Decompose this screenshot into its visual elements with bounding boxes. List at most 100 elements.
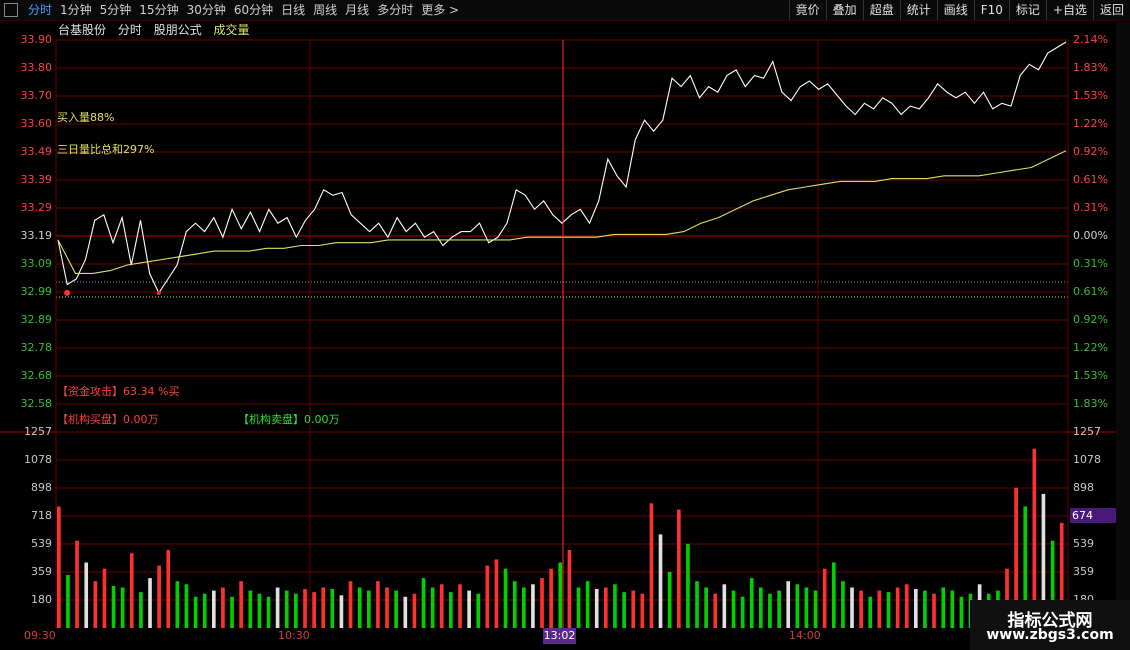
time-label-1030: 10:30 — [278, 629, 310, 642]
volume-bar — [594, 589, 599, 628]
volume-bar — [549, 568, 553, 628]
tab-1min[interactable]: 1分钟 — [56, 0, 96, 20]
percent-tick-label: 1.83% — [1073, 61, 1108, 74]
volume-bar — [467, 590, 471, 628]
volume-bar — [895, 587, 900, 628]
price-tick-label: 33.70 — [20, 89, 53, 102]
volume-bar — [202, 593, 207, 628]
volume-tick-label-right: 539 — [1073, 537, 1094, 550]
volume-bar — [941, 587, 946, 628]
volume-bar — [558, 562, 563, 628]
tab-daily[interactable]: 日线 — [277, 0, 309, 20]
tab-monthly[interactable]: 月线 — [341, 0, 373, 20]
time-label-0930: 09:30 — [24, 629, 56, 642]
tab-weekly[interactable]: 周线 — [309, 0, 341, 20]
tab-more[interactable]: 更多 > — [417, 0, 463, 20]
volume-tick-label-right: 898 — [1073, 481, 1094, 494]
volume-bar — [795, 584, 800, 628]
volume-bar — [303, 589, 307, 628]
fund-attack-label: 【资金攻击】63.34 %买 — [57, 385, 180, 398]
volume-bar — [476, 593, 481, 628]
volume-bar — [804, 587, 809, 628]
buy-ratio-label: 买入量88% — [57, 111, 115, 124]
tab-15min[interactable]: 15分钟 — [135, 0, 182, 20]
volume-bar — [522, 587, 526, 628]
add-watchlist-button[interactable]: +自选 — [1045, 0, 1093, 20]
overlay-button[interactable]: 叠加 — [825, 0, 863, 20]
percent-tick-label: 1.53% — [1073, 89, 1108, 102]
volume-bar — [512, 581, 517, 628]
volume-bar — [613, 584, 617, 628]
volume-tick-label: 180 — [31, 593, 52, 606]
volume-bar — [230, 596, 234, 628]
price-tick-label: 33.29 — [20, 201, 53, 214]
volume-bar — [822, 568, 827, 628]
side-panel[interactable] — [1116, 22, 1130, 632]
intraday-chart[interactable] — [0, 0, 1130, 650]
price-tick-label: 33.80 — [20, 61, 53, 74]
volume-bar — [129, 553, 134, 628]
volume-bar — [157, 565, 161, 628]
mark-button[interactable]: 标记 — [1008, 0, 1046, 20]
stats-button[interactable]: 统计 — [899, 0, 937, 20]
volume-bar — [75, 540, 79, 628]
tab-5min[interactable]: 5分钟 — [96, 0, 136, 20]
volume-bar — [640, 593, 645, 628]
percent-tick-label: 0.00% — [1073, 229, 1108, 242]
volume-bar — [139, 592, 143, 628]
volume-bar — [321, 587, 326, 628]
toolbar: 分时 1分钟 5分钟 15分钟 30分钟 60分钟 日线 周线 月线 多分时 更… — [0, 0, 1130, 21]
volume-bar — [284, 590, 289, 628]
tab-fenshi[interactable]: 分时 — [24, 0, 56, 20]
volume-bar — [111, 585, 116, 628]
volume-bar — [832, 562, 836, 628]
back-button[interactable]: 返回 — [1092, 0, 1130, 20]
tab-multi-fenshi[interactable]: 多分时 — [373, 0, 417, 20]
cursor-time: 13:02 — [543, 628, 576, 644]
price-tick-label: 32.89 — [20, 313, 53, 326]
volume-bar — [850, 587, 854, 628]
volume-bar — [257, 593, 262, 628]
super-button[interactable]: 超盘 — [862, 0, 900, 20]
volume-tick-label: 359 — [31, 565, 52, 578]
volume-bar — [212, 590, 216, 628]
volume-bar — [348, 581, 353, 628]
tab-30min[interactable]: 30分钟 — [183, 0, 230, 20]
percent-tick-label: 0.92% — [1073, 313, 1108, 326]
volume-bar — [102, 568, 107, 628]
percent-tick-label: 2.14% — [1073, 33, 1108, 46]
volume-bar — [357, 587, 362, 628]
formula-name[interactable]: 股朋公式 — [154, 23, 202, 37]
window-icon[interactable] — [4, 3, 18, 17]
volume-bar — [367, 590, 371, 628]
f10-button[interactable]: F10 — [973, 0, 1009, 20]
volume-bar — [403, 596, 408, 628]
volume-bar — [120, 587, 125, 628]
price-tick-label: 33.09 — [20, 257, 53, 270]
volume-bar — [658, 534, 663, 628]
volume-tick-label-right: 1257 — [1073, 425, 1101, 438]
inst-sell-label: 【机构卖盘】0.00万 — [238, 413, 340, 426]
volume-bar — [57, 506, 61, 628]
volume-bar — [731, 590, 736, 628]
auction-button[interactable]: 竟价 — [788, 0, 826, 20]
draw-button[interactable]: 画线 — [936, 0, 974, 20]
volume-bar — [585, 581, 590, 628]
indicator-name[interactable]: 成交量 — [214, 23, 250, 37]
volume-bar — [868, 596, 873, 628]
tab-60min[interactable]: 60分钟 — [230, 0, 277, 20]
volume-bar — [950, 590, 955, 628]
volume-bar — [376, 581, 380, 628]
time-label-1400: 14:00 — [789, 629, 821, 642]
volume-bar — [248, 590, 253, 628]
volume-bar — [959, 596, 964, 628]
percent-tick-label: 0.31% — [1073, 257, 1108, 270]
volume-bar — [458, 584, 462, 628]
volume-bar — [759, 587, 763, 628]
volume-bar — [184, 584, 189, 628]
percent-tick-label: 0.61% — [1073, 285, 1108, 298]
volume-bar — [686, 543, 690, 628]
volume-bar — [503, 568, 508, 628]
volume-bar — [749, 578, 754, 628]
volume-bar — [859, 590, 863, 628]
